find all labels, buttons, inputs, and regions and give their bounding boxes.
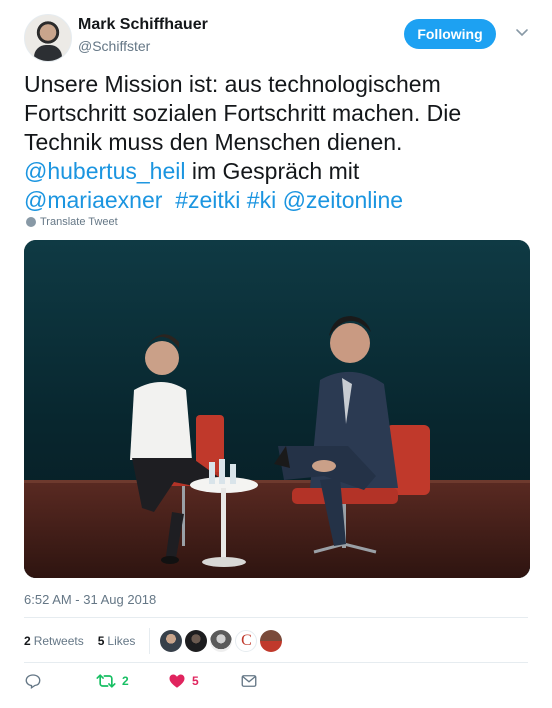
hashtag-ki[interactable]: #ki [247, 187, 276, 213]
divider [24, 662, 528, 663]
retweets-label: Retweets [33, 634, 84, 648]
retweet-icon [96, 674, 116, 688]
tweet-timestamp[interactable]: 6:52 AM - 31 Aug 2018 [24, 592, 156, 607]
author-handle[interactable]: @Schiffster [78, 38, 150, 54]
reply-action[interactable] [24, 672, 96, 690]
envelope-icon [241, 675, 257, 687]
reply-icon [25, 674, 41, 690]
liker-avatar[interactable] [210, 630, 233, 652]
retweet-count: 2 [122, 674, 129, 688]
retweets-stat[interactable]: 2 Retweets [24, 634, 84, 648]
tweet-actions: 2 5 [24, 672, 258, 690]
tweet-text-line: Fortschritt sozialen Fortschritt machen.… [24, 100, 462, 126]
retweet-action[interactable]: 2 [96, 672, 168, 690]
like-action[interactable]: 5 [168, 672, 240, 690]
tweet-text-fragment: im Gespräch mit [185, 158, 360, 184]
tweet-stats: 2 Retweets 5 Likes C [24, 627, 283, 655]
translate-label: Translate Tweet [40, 216, 118, 228]
liker-avatar[interactable] [160, 630, 183, 652]
chevron-down-icon[interactable] [512, 22, 532, 42]
following-button[interactable]: Following [404, 19, 496, 49]
globe-icon [26, 217, 36, 227]
likers-list: C [160, 630, 283, 652]
liker-avatar[interactable] [185, 630, 208, 652]
tweet-header: Mark Schiffhauer @Schiffster Following [24, 14, 532, 62]
likes-label: Likes [107, 634, 136, 648]
author-name[interactable]: Mark Schiffhauer [78, 16, 208, 34]
tweet-text-line: Unsere Mission ist: aus technologischem [24, 71, 441, 97]
tweet-photo[interactable] [24, 240, 530, 578]
tweet-text-line: Technik muss den Menschen dienen. [24, 129, 403, 155]
direct-message-action[interactable] [240, 672, 258, 690]
heart-icon [169, 674, 185, 688]
tweet-text: Unsere Mission ist: aus technologischem … [24, 70, 534, 215]
mention-hubertus-heil[interactable]: @hubertus_heil [24, 158, 185, 184]
mention-mariaexner[interactable]: @mariaexner [24, 187, 162, 213]
likes-stat[interactable]: 5 Likes [98, 634, 136, 648]
liker-avatar[interactable]: C [235, 630, 258, 652]
stage-photo-illustration [24, 240, 530, 578]
divider [24, 617, 528, 618]
likes-count: 5 [97, 634, 105, 648]
author-avatar[interactable] [24, 14, 72, 62]
liker-avatar[interactable] [260, 630, 283, 652]
stats-separator [149, 628, 151, 654]
mention-zeitonline[interactable]: @zeitonline [283, 187, 404, 213]
retweets-count: 2 [24, 634, 31, 648]
translate-tweet-link[interactable]: Translate Tweet [26, 216, 118, 228]
hashtag-zeitki[interactable]: #zeitki [175, 187, 240, 213]
like-count: 5 [192, 674, 199, 688]
